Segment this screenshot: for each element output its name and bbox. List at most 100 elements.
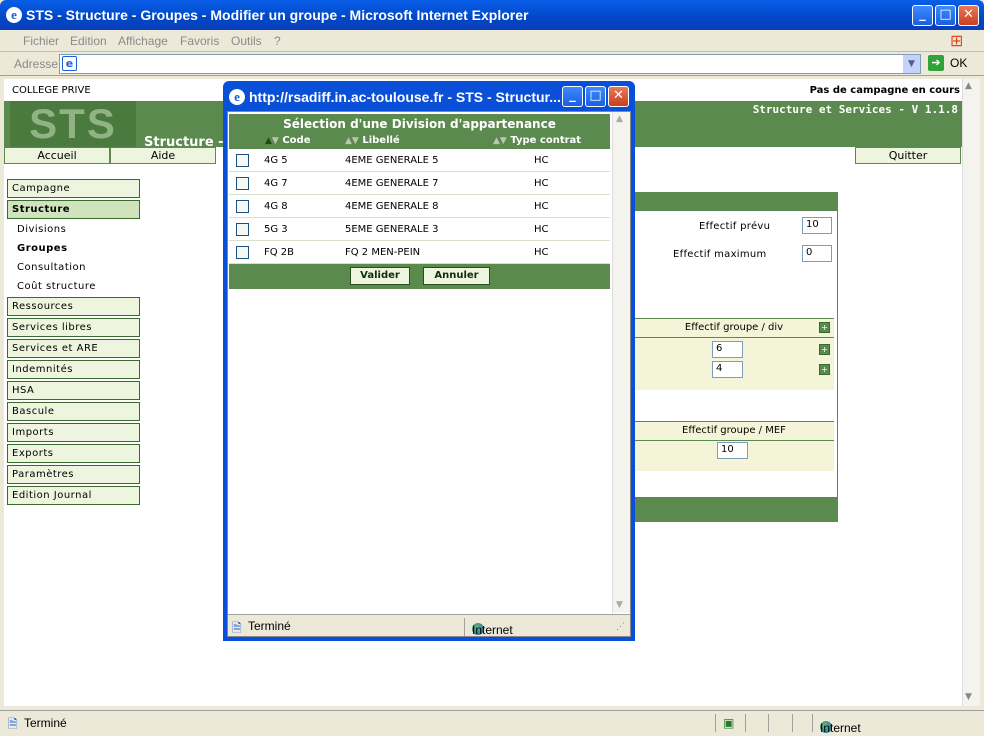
sort-asc-icon[interactable]: ▲ — [493, 136, 500, 146]
group-form-panel: Effectif prévu 10 Effectif maximum 0 Eff… — [633, 192, 838, 522]
effectif-prevu-input[interactable]: 10 — [802, 217, 832, 234]
sidebar-item-hsa[interactable]: HSA — [7, 381, 140, 400]
table-row[interactable]: FQ 2B FQ 2 MEN-PEIN HC — [229, 241, 610, 264]
address-input[interactable]: e ▼ — [59, 54, 921, 74]
sidebar-item-structure[interactable]: Structure — [7, 200, 140, 219]
sidebar-item-bascule[interactable]: Bascule — [7, 402, 140, 421]
row-checkbox[interactable] — [236, 246, 249, 259]
sidebar-item-indemnites[interactable]: Indemnités — [7, 360, 140, 379]
page-done-icon: 🗎 — [232, 621, 242, 635]
close-button[interactable]: ✕ — [958, 5, 979, 26]
popup-actions: Valider Annuler — [229, 264, 610, 289]
effectif-prevu-label: Effectif prévu — [699, 221, 771, 232]
sidebar-item-exports[interactable]: Exports — [7, 444, 140, 463]
sidebar-item-campagne[interactable]: Campagne — [7, 179, 140, 198]
nav-help[interactable]: Aide — [110, 147, 216, 164]
menu-affichage[interactable]: Affichage — [118, 34, 168, 48]
popup-close-button[interactable]: ✕ — [608, 86, 629, 107]
status-bar: 🗎 Terminé ▣ Internet — [0, 710, 984, 735]
scroll-up-icon[interactable]: ▲ — [616, 114, 623, 124]
popup-minimize-button[interactable]: _ — [562, 86, 583, 107]
sidebar-sub-groupes[interactable]: Groupes — [17, 243, 68, 254]
maximize-button[interactable]: □ — [935, 5, 956, 26]
form-footer — [634, 497, 837, 521]
windows-logo-icon: ⊞ — [950, 31, 964, 50]
sidebar-item-parametres[interactable]: Paramètres — [7, 465, 140, 484]
nav-home[interactable]: Accueil — [4, 147, 110, 164]
scroll-down-icon[interactable]: ▼ — [965, 692, 972, 702]
row-checkbox[interactable] — [236, 223, 249, 236]
popup-maximize-button[interactable]: □ — [585, 86, 606, 107]
col-type[interactable]: ▲▼ Type contrat — [493, 135, 581, 146]
row-checkbox[interactable] — [236, 177, 249, 190]
mef-effectif[interactable]: 10 — [717, 442, 748, 459]
effectif-max-label: Effectif maximum — [673, 249, 767, 260]
menu-fichier[interactable]: Fichier — [23, 34, 59, 48]
sts-logo: STS — [10, 101, 136, 147]
minimize-button[interactable]: _ — [912, 5, 933, 26]
mef-header: Effectif groupe / MEF — [634, 421, 834, 441]
sidebar-sub-cout[interactable]: Coût structure — [17, 281, 96, 292]
table-row[interactable]: 4G 8 4EME GENERALE 8 HC — [229, 195, 610, 218]
page-icon: e — [62, 56, 77, 71]
ie-icon: e — [6, 7, 22, 23]
validate-button[interactable]: Valider — [350, 267, 410, 285]
sidebar-sub-divisions[interactable]: Divisions — [17, 224, 66, 235]
effectif-max-input[interactable]: 0 — [802, 245, 832, 262]
address-label: Adresse — [14, 57, 59, 71]
menu-help[interactable]: ? — [274, 34, 281, 48]
menu-outils[interactable]: Outils — [231, 34, 262, 48]
sort-asc-icon[interactable]: ▲ — [345, 136, 352, 146]
popup-ie-icon: e — [229, 89, 245, 105]
scroll-down-icon[interactable]: ▼ — [616, 600, 623, 610]
popup-body: Sélection d'une Division d'appartenance … — [227, 111, 631, 637]
nav-quit[interactable]: Quitter — [855, 147, 961, 164]
sidebar-item-services-libres[interactable]: Services libres — [7, 318, 140, 337]
sort-desc-icon[interactable]: ▼ — [500, 136, 507, 146]
campaign-status: Pas de campagne en cours — [809, 85, 960, 96]
sidebar-item-edition-journal[interactable]: Edition Journal — [7, 486, 140, 505]
col-libelle[interactable]: ▲▼ Libellé — [345, 135, 400, 146]
sidebar-item-services-are[interactable]: Services et ARE — [7, 339, 140, 358]
sort-desc-icon[interactable]: ▼ — [272, 136, 279, 146]
popup-scrollbar[interactable]: ▲ ▼ — [612, 112, 630, 613]
sort-desc-icon[interactable]: ▼ — [352, 136, 359, 146]
school-name: COLLEGE PRIVE — [12, 85, 91, 96]
sort-asc-icon[interactable]: ▲ — [265, 136, 272, 146]
window-titlebar: e STS - Structure - Groupes - Modifier u… — [0, 0, 984, 30]
div-effectif-1[interactable]: 6 — [712, 341, 743, 358]
menu-favoris[interactable]: Favoris — [180, 34, 219, 48]
security-icon: ▣ — [723, 716, 735, 730]
sidebar-item-imports[interactable]: Imports — [7, 423, 140, 442]
popup-status-bar: 🗎 Terminé Internet ⋰ — [228, 614, 630, 637]
resize-grip-icon[interactable]: ⋰ — [616, 621, 625, 632]
col-code[interactable]: ▲▼ Code — [265, 135, 310, 146]
row-checkbox[interactable] — [236, 154, 249, 167]
popup-heading: Sélection d'une Division d'appartenance — [283, 117, 556, 131]
page-scrollbar[interactable]: ▲ ▼ — [962, 79, 980, 706]
div-effectif-2[interactable]: 4 — [712, 361, 743, 378]
add-div-icon[interactable]: + — [819, 322, 830, 333]
div-row-1-icon[interactable]: + — [819, 344, 830, 355]
row-checkbox[interactable] — [236, 200, 249, 213]
popup-title: http://rsadiff.in.ac-toulouse.fr - STS -… — [249, 89, 561, 105]
popup-status-text: Terminé — [248, 619, 291, 633]
div-header: Effectif groupe / div — [634, 318, 834, 338]
menu-edition[interactable]: Edition — [70, 34, 107, 48]
div-row-2-icon[interactable]: + — [819, 364, 830, 375]
table-row[interactable]: 4G 7 4EME GENERALE 7 HC — [229, 172, 610, 195]
form-header — [634, 193, 837, 211]
scroll-up-icon[interactable]: ▲ — [965, 81, 972, 91]
table-row[interactable]: 4G 5 4EME GENERALE 5 HC — [229, 149, 610, 172]
window-title: STS - Structure - Groupes - Modifier un … — [26, 7, 529, 23]
go-arrow-icon: ➔ — [928, 55, 944, 71]
status-text: Terminé — [24, 716, 67, 730]
table-row[interactable]: 5G 3 5EME GENERALE 3 HC — [229, 218, 610, 241]
cancel-button[interactable]: Annuler — [423, 267, 490, 285]
sidebar-item-ressources[interactable]: Ressources — [7, 297, 140, 316]
address-dropdown-icon[interactable]: ▼ — [903, 55, 920, 73]
menu-bar: Fichier Edition Affichage Favoris Outils… — [0, 30, 984, 52]
division-table-header: Sélection d'une Division d'appartenance … — [229, 114, 610, 149]
app-title: Structure et Services - V 1.1.8 — [752, 103, 958, 116]
sidebar-sub-consultation[interactable]: Consultation — [17, 262, 86, 273]
